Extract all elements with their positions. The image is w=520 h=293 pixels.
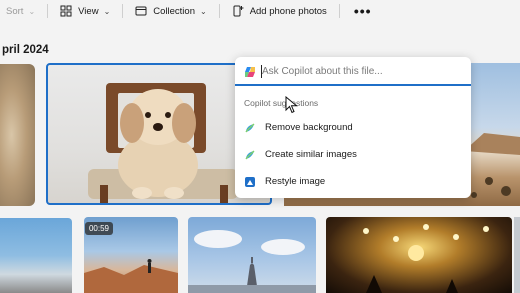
remove-background-icon	[245, 123, 255, 133]
view-button[interactable]: View ⌄	[54, 0, 116, 22]
month-heading: pril 2024	[2, 44, 49, 56]
suggestion-label: Create similar images	[265, 149, 357, 160]
suggestions-header: Copilot suggestions	[244, 98, 319, 108]
collection-button[interactable]: Collection ⌄	[129, 0, 212, 22]
more-options-button[interactable]: •••	[346, 0, 380, 22]
suggestion-restyle-image[interactable]: Restyle image	[235, 171, 471, 193]
add-phone-photos-button[interactable]: Add phone photos	[226, 0, 333, 22]
chevron-down-icon: ⌄	[103, 6, 111, 16]
photo-thumbnail[interactable]	[514, 217, 520, 293]
copilot-ask-input[interactable]	[262, 64, 462, 79]
toolbar-divider	[338, 4, 340, 18]
photo-thumbnail[interactable]	[326, 217, 512, 293]
eiffel-tower-image	[188, 230, 316, 293]
copilot-ask-row	[235, 57, 471, 86]
sort-button[interactable]: Sort ⌄	[0, 0, 41, 22]
photo-thumbnail[interactable]	[0, 218, 72, 293]
suggestion-create-similar-images[interactable]: Create similar images	[235, 144, 471, 166]
toolbar-divider	[122, 4, 124, 18]
collection-label: Collection	[153, 5, 195, 17]
suggestion-remove-background[interactable]: Remove background	[235, 117, 471, 139]
sort-label: Sort	[6, 5, 24, 17]
grid-view-icon	[60, 5, 72, 17]
toolbar-divider	[218, 4, 220, 18]
toolbar-divider	[47, 4, 49, 18]
concert-lights-image	[363, 224, 489, 293]
restyle-image-icon	[245, 177, 255, 187]
mouse-cursor-icon	[285, 96, 298, 114]
video-duration-badge: 00:59	[85, 222, 113, 235]
more-icon: •••	[353, 3, 372, 19]
add-phone-photos-label: Add phone photos	[249, 5, 327, 17]
suggestion-label: Restyle image	[265, 176, 326, 187]
copilot-icon	[245, 67, 255, 77]
create-similar-icon	[245, 150, 255, 160]
suggestion-label: Remove background	[265, 122, 353, 133]
chevron-down-icon: ⌄	[28, 6, 36, 16]
view-label: View	[78, 5, 99, 17]
photo-thumbnail[interactable]	[0, 64, 35, 206]
phone-add-icon	[233, 5, 244, 17]
photo-thumbnail[interactable]	[188, 217, 316, 293]
toolbar: Sort ⌄ View ⌄ Collection ⌄ Add phone pho…	[0, 0, 520, 22]
chevron-down-icon: ⌄	[199, 6, 207, 16]
collection-icon	[135, 6, 147, 16]
